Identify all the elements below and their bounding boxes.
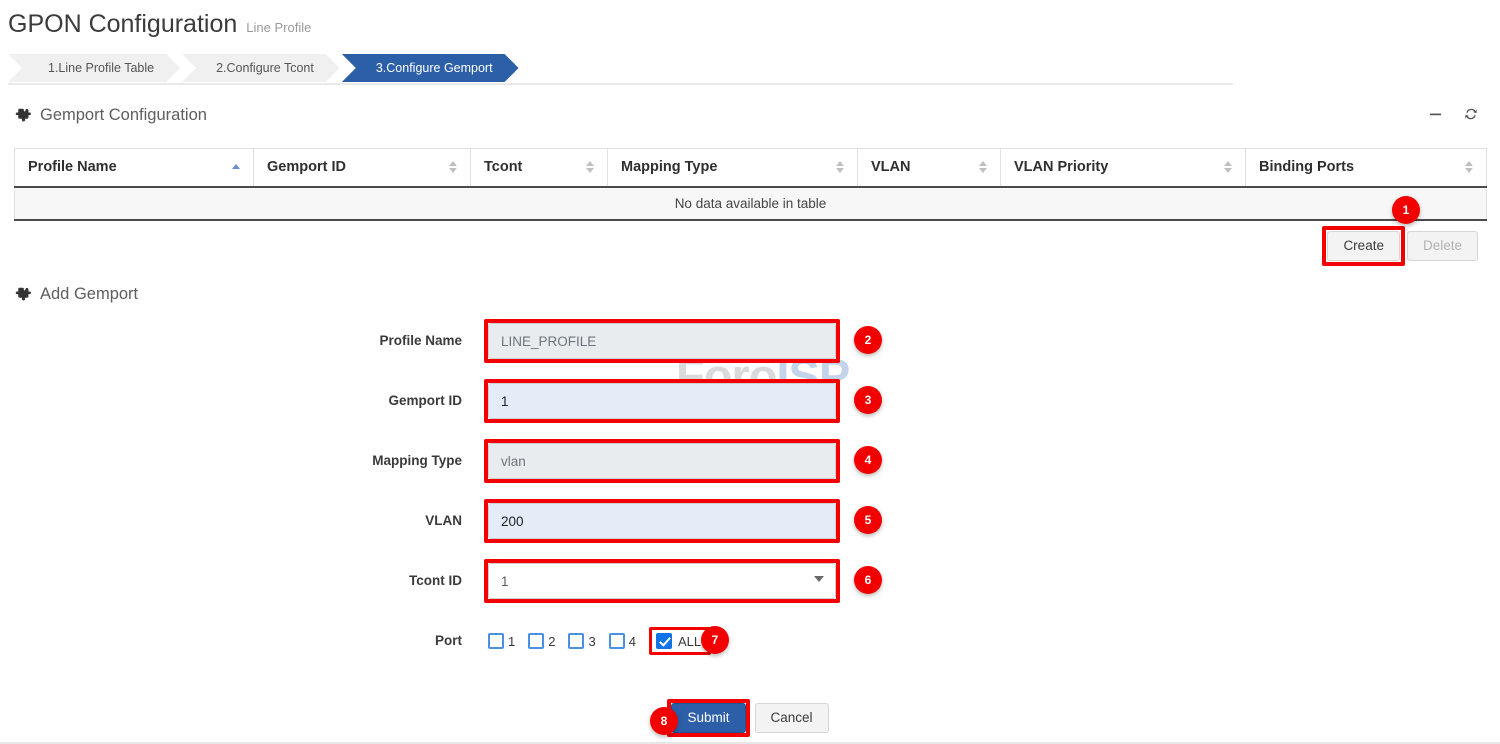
form-row-profile-name: Profile Name 2 [0, 323, 1500, 383]
table-action-buttons: Create Delete [1327, 231, 1478, 261]
annotation-badge-7: 7 [701, 626, 729, 654]
sort-icon[interactable] [586, 161, 594, 173]
step-configure-gemport[interactable]: 3.Configure Gemport [342, 54, 519, 82]
page-title: GPON Configuration [8, 10, 237, 39]
gemport-table: Profile Name Gemport ID Tcont [14, 148, 1486, 221]
column-header-binding-ports[interactable]: Binding Ports [1246, 149, 1487, 187]
steps-underline [8, 83, 1233, 85]
column-label: VLAN Priority [1014, 159, 1108, 175]
page-header: GPON Configuration Line Profile [8, 10, 311, 39]
column-label: Profile Name [28, 159, 117, 175]
add-gemport-header: Add Gemport [14, 285, 138, 304]
step-configure-tcont[interactable]: 2.Configure Tcont [182, 54, 340, 82]
column-header-tcont[interactable]: Tcont [471, 149, 608, 187]
wizard-steps: 1.Line Profile Table 2.Configure Tcont 3… [8, 54, 521, 82]
submit-button[interactable]: Submit [671, 703, 745, 733]
column-header-mapping-type[interactable]: Mapping Type [608, 149, 858, 187]
column-header-vlan[interactable]: VLAN [858, 149, 1001, 187]
port-checkbox-3-group: 3 [568, 633, 603, 649]
minus-icon[interactable] [1429, 108, 1442, 121]
port-checkbox-1-label: 1 [508, 634, 515, 649]
sort-icon[interactable] [449, 161, 457, 173]
puzzle-piece-icon [14, 107, 31, 124]
profile-name-input[interactable] [488, 323, 836, 359]
port-checkbox-2-label: 2 [548, 634, 555, 649]
annotation-badge-4: 4 [854, 446, 882, 474]
sort-icon[interactable] [836, 161, 844, 173]
step-line-profile-table[interactable]: 1.Line Profile Table [8, 54, 180, 82]
port-checkbox-1-group: 1 [488, 633, 523, 649]
column-label: Mapping Type [621, 159, 717, 175]
port-checkbox-all[interactable] [656, 633, 672, 649]
form-row-tcont-id: Tcont ID 1 6 [0, 563, 1500, 623]
delete-button[interactable]: Delete [1407, 231, 1478, 261]
column-label: Binding Ports [1259, 159, 1354, 175]
column-header-vlan-priority[interactable]: VLAN Priority [1001, 149, 1246, 187]
port-checkbox-all-label: ALL [678, 634, 701, 649]
sort-icon[interactable] [979, 161, 987, 173]
puzzle-piece-icon [14, 286, 31, 303]
form-row-vlan: VLAN 5 [0, 503, 1500, 563]
vlan-input[interactable] [488, 503, 836, 539]
gpon-configuration-page: ForoISP GPON Configuration Line Profile … [0, 0, 1500, 744]
create-button[interactable]: Create [1327, 231, 1400, 261]
port-checkbox-3-label: 3 [588, 634, 595, 649]
column-header-gemport-id[interactable]: Gemport ID [254, 149, 471, 187]
port-checkbox-4-group: 4 [609, 633, 644, 649]
port-checkbox-3[interactable] [568, 633, 584, 649]
gemport-id-label: Gemport ID [0, 383, 488, 419]
gemport-id-input[interactable] [488, 383, 836, 419]
tcont-id-label: Tcont ID [0, 563, 488, 599]
page-subtitle: Line Profile [246, 20, 311, 35]
sort-icon[interactable] [1224, 161, 1232, 173]
port-label: Port [0, 623, 488, 659]
port-checkbox-4[interactable] [609, 633, 625, 649]
annotation-badge-5: 5 [854, 506, 882, 534]
table-empty-row: No data available in table [15, 187, 1487, 220]
sort-ascending-icon[interactable] [232, 164, 240, 171]
column-label: VLAN [871, 159, 910, 175]
annotation-badge-1: 1 [1392, 196, 1420, 224]
column-header-profile-name[interactable]: Profile Name [15, 149, 254, 187]
port-checkbox-4-label: 4 [629, 634, 636, 649]
add-gemport-form: Profile Name 2 Gemport ID 3 Mapping Type… [0, 323, 1500, 733]
annotation-badge-8: 8 [650, 707, 678, 735]
annotation-badge-3: 3 [854, 386, 882, 414]
form-buttons: 8 Submit Cancel [0, 703, 1500, 733]
empty-message: No data available in table [15, 187, 1487, 220]
panel-tools [1429, 107, 1478, 121]
table-header-row: Profile Name Gemport ID Tcont [15, 149, 1487, 187]
port-checkbox-2-group: 2 [528, 633, 563, 649]
cancel-button[interactable]: Cancel [755, 703, 829, 733]
vlan-label: VLAN [0, 503, 488, 539]
tcont-id-select[interactable]: 1 [488, 563, 836, 599]
annotation-badge-6: 6 [854, 566, 882, 594]
column-label: Gemport ID [267, 159, 346, 175]
column-label: Tcont [484, 159, 522, 175]
annotation-badge-2: 2 [854, 326, 882, 354]
port-checkbox-1[interactable] [488, 633, 504, 649]
sort-icon[interactable] [1465, 161, 1473, 173]
panel-title: Gemport Configuration [40, 106, 207, 125]
port-checkbox-2[interactable] [528, 633, 544, 649]
form-row-mapping-type: Mapping Type 4 [0, 443, 1500, 503]
refresh-icon[interactable] [1464, 107, 1478, 121]
form-row-port: Port 1 2 3 [0, 623, 1500, 683]
profile-name-label: Profile Name [0, 323, 488, 359]
section-title: Add Gemport [40, 285, 138, 304]
mapping-type-label: Mapping Type [0, 443, 488, 479]
mapping-type-input[interactable] [488, 443, 836, 479]
form-row-gemport-id: Gemport ID 3 [0, 383, 1500, 443]
gemport-configuration-header: Gemport Configuration [14, 106, 207, 125]
